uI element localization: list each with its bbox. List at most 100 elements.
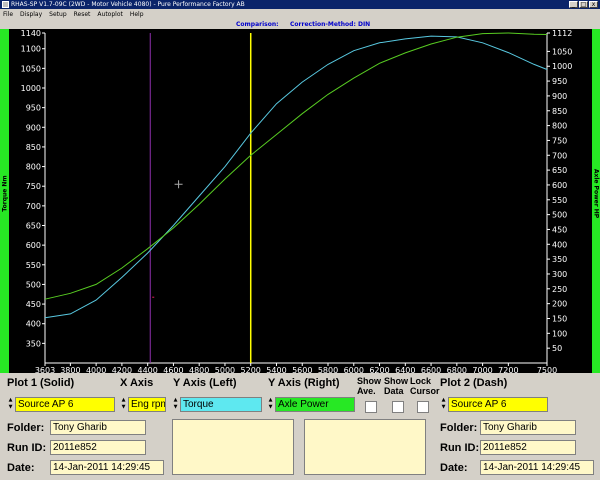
plot1-date-field[interactable]: 14-Jan-2011 14:29:45 [50,460,164,475]
y-right-spinner[interactable]: ▲ ▼ [267,397,274,412]
x-tick-label: 5600 [292,366,312,373]
x-tick-label: 3800 [60,366,80,373]
y-right-tick-label: 50 [552,344,562,353]
menu-reset[interactable]: Reset [71,9,95,20]
x-tick-label: 7000 [472,366,492,373]
y-right-label: Y Axis (Right) [268,377,340,389]
y-right-tick-label: 900 [552,92,567,101]
menu-bar: File Display Setup Reset Autoplot Help [0,9,600,20]
lock-cursor-label: Lock Cursor [410,376,440,396]
plot2-folder-field[interactable]: Tony Gharib [480,420,576,435]
control-panel: Plot 1 (Solid) X Axis Y Axis (Left) Y Ax… [0,373,600,480]
y-right-tick-label: 200 [552,300,567,309]
plot1-date-label: Date: [7,462,35,474]
y-right-tick-label: 100 [552,329,567,338]
y-right-tick-label: 600 [552,181,567,190]
y-right-tick-label: 500 [552,211,567,220]
close-button[interactable]: x [589,1,598,8]
plot2-date-label: Date: [440,462,468,474]
plot2-source-spinner[interactable]: ▲ ▼ [440,397,447,412]
y-right-tick-label: 850 [552,107,567,116]
show-data-label: Show Data [384,376,408,396]
y-left-tick-label: 400 [26,320,41,329]
y-left-tick-label: 700 [26,202,41,211]
x-tick-label: 4000 [86,366,106,373]
x-tick-label: 7200 [498,366,518,373]
x-tick-label: 3603 [35,366,55,373]
show-data-checkbox[interactable] [392,401,404,413]
y-left-tick-label: 500 [26,280,41,289]
plot2-runid-label: Run ID: [440,442,480,454]
y-left-label: Y Axis (Left) [173,377,237,389]
x-tick-label: 6400 [395,366,415,373]
y-right-tick-label: 400 [552,240,567,249]
x-tick-label: 4800 [189,366,209,373]
menu-setup[interactable]: Setup [46,9,70,20]
plot1-folder-field[interactable]: Tony Gharib [50,420,146,435]
lock-cursor-checkbox[interactable] [417,401,429,413]
y-right-tick-label: 250 [552,285,567,294]
plot1-source-select[interactable]: Source AP 6 [15,397,115,412]
minimize-button[interactable]: _ [569,1,578,8]
window-title: RHAS-SP V1.7-09C (2WD - Motor Vehicle 40… [11,1,245,8]
y-left-tick-label: 950 [26,104,41,113]
y-left-select[interactable]: Torque [180,397,262,412]
x-axis-label: X Axis [120,377,154,389]
x-tick-label: 6600 [421,366,441,373]
y-right-tick-label: 350 [552,255,567,264]
y-left-tick-label: 350 [26,339,41,348]
plot2-runid-field[interactable]: 2011e852 [480,440,576,455]
x-tick-label: 6000 [344,366,364,373]
y-left-spinner[interactable]: ▲ ▼ [172,397,179,412]
y-right-tick-label: 700 [552,151,567,160]
x-tick-label: 6200 [369,366,389,373]
comparison-bar: Comparison: Correction-Method: DIN [0,20,600,29]
y-right-tick-label: 1000 [552,62,572,71]
plot1-notes-box[interactable] [172,419,294,475]
show-ave-label: Show Ave. [357,376,381,396]
x-tick-label: 5400 [266,366,286,373]
show-ave-checkbox[interactable] [365,401,377,413]
y-right-tick-label: 450 [552,225,567,234]
y-left-tick-label: 800 [26,163,41,172]
maximize-button[interactable]: □ [579,1,588,8]
x-tick-label: 6800 [447,366,467,373]
plot1-folder-label: Folder: [7,422,45,434]
left-axis-title: Torque Nm [1,175,9,212]
plot2-label: Plot 2 (Dash) [440,377,508,389]
x-tick-label: 5000 [215,366,235,373]
plot2-source-select[interactable]: Source AP 6 [448,397,548,412]
menu-display[interactable]: Display [17,9,46,20]
x-tick-label: 7500 [537,366,557,373]
plot2-date-field[interactable]: 14-Jan-2011 14:29:45 [480,460,594,475]
x-tick-label: 4600 [163,366,183,373]
y-right-tick-label: 800 [552,122,567,131]
y-right-tick-label: 650 [552,166,567,175]
x-axis-spinner[interactable]: ▲ ▼ [120,397,127,412]
y-left-tick-label: 1000 [21,84,41,93]
y-right-tick-label: 1112 [552,29,572,38]
plot1-label: Plot 1 (Solid) [7,377,75,389]
y-left-tick-label: 450 [26,300,41,309]
y-left-tick-label: 750 [26,182,41,191]
y-right-select[interactable]: Axle Power [275,397,355,412]
x-axis-select[interactable]: Eng rpm [128,397,166,412]
y-right-tick-label: 150 [552,314,567,323]
plot2-notes-box[interactable] [304,419,426,475]
x-tick-label: 4400 [137,366,157,373]
dyno-chart[interactable]: 350 400 450 500 550 600 650 700 750 800 850 900 950 1… [9,29,592,373]
y-left-tick-label: 1050 [21,64,41,73]
menu-autoplot[interactable]: Autoplot [94,9,126,20]
plot-background [9,29,592,373]
plot1-runid-field[interactable]: 2011e852 [50,440,146,455]
right-axis-title: Axle Power HP [592,168,600,219]
y-left-tick-label: 550 [26,261,41,270]
plot1-source-spinner[interactable]: ▲ ▼ [7,397,14,412]
menu-help[interactable]: Help [127,9,148,20]
y-left-tick-label: 1140 [21,29,41,38]
y-right-tick-label: 300 [552,270,567,279]
y-left-tick-label: 650 [26,222,41,231]
y-left-tick-label: 1100 [21,45,41,54]
correction-method: Correction-Method: DIN [290,21,371,28]
menu-file[interactable]: File [0,9,17,20]
